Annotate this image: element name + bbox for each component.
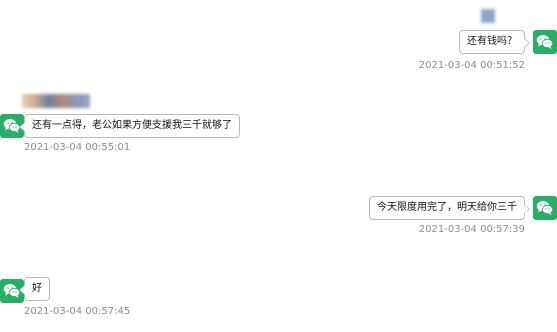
redacted-sender-name-right <box>481 9 495 23</box>
message-timestamp: 2021-03-04 00:51:52 <box>418 60 525 71</box>
message-bubble[interactable]: 还有钱吗？ <box>459 30 530 54</box>
message-text: 好 <box>32 283 42 294</box>
message-bubble[interactable]: 好 <box>19 277 50 301</box>
wechat-icon <box>536 201 554 215</box>
message-text: 今天限度用完了，明天给你三千 <box>377 202 517 213</box>
message-text: 还有钱吗？ <box>467 36 517 47</box>
wechat-avatar[interactable] <box>533 196 557 220</box>
redacted-sender-name-left <box>22 94 90 108</box>
message-timestamp: 2021-03-04 00:55:01 <box>24 142 131 153</box>
message-timestamp: 2021-03-04 00:57:39 <box>418 224 525 235</box>
message-timestamp: 2021-03-04 00:57:45 <box>24 306 131 317</box>
message-bubble[interactable]: 还有一点得，老公如果方便支援我三千就够了 <box>19 114 240 138</box>
wechat-icon <box>536 35 554 49</box>
message-bubble[interactable]: 今天限度用完了，明天给你三千 <box>369 196 530 220</box>
message-text: 还有一点得，老公如果方便支援我三千就够了 <box>32 120 232 131</box>
wechat-avatar[interactable] <box>533 30 557 54</box>
